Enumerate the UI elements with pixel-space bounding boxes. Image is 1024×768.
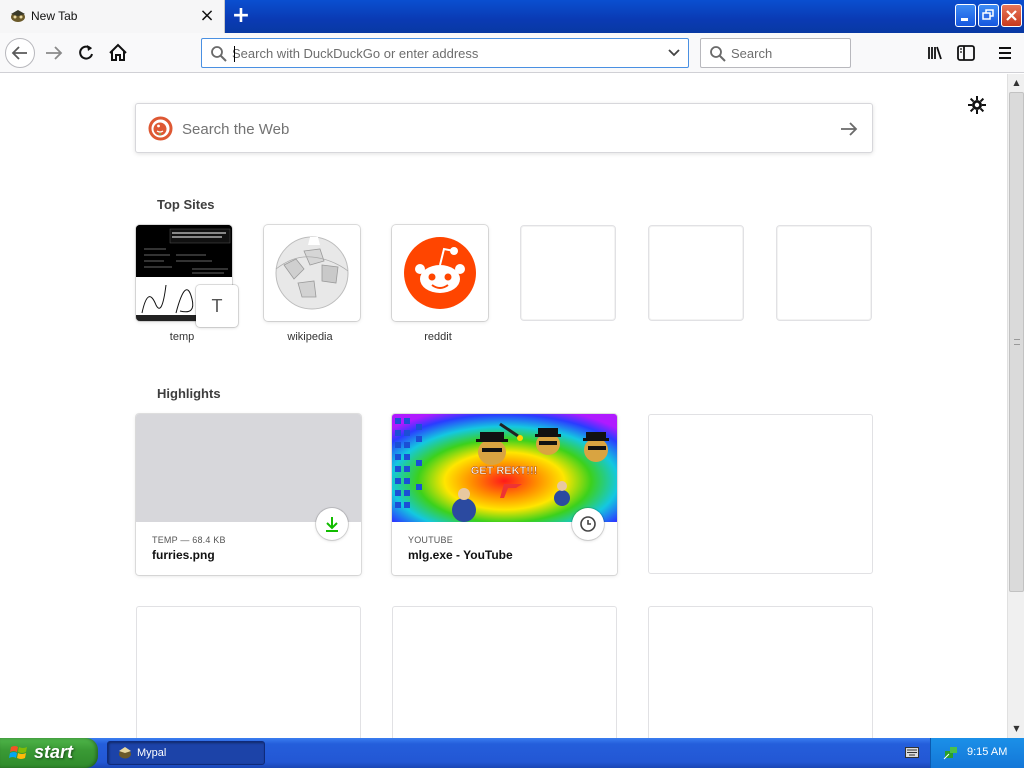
card-meta: TEMP — 68.4 KB — [152, 535, 226, 545]
taskbar-app-mypal[interactable]: Mypal — [107, 741, 265, 765]
grip-icon — [1014, 339, 1020, 345]
top-site-tile-reddit[interactable] — [392, 225, 488, 321]
card-thumbnail: GET REKT!!! — [392, 414, 617, 522]
web-search-box[interactable] — [135, 103, 873, 153]
search-icon — [211, 46, 227, 62]
mlg-video-thumbnail: GET REKT!!! — [392, 414, 617, 522]
title-bar: New Tab × + — [0, 0, 1024, 33]
download-icon — [326, 517, 338, 532]
clock-icon — [580, 516, 596, 532]
highlight-card-empty — [136, 606, 361, 746]
top-sites-heading: Top Sites — [157, 197, 215, 212]
forward-arrow-icon — [46, 46, 63, 60]
search-icon — [710, 46, 726, 62]
top-site-label-wikipedia[interactable]: wikipedia — [262, 331, 358, 343]
search-input[interactable] — [731, 43, 841, 63]
temp-letter-badge: T — [196, 285, 238, 327]
home-button[interactable] — [104, 39, 132, 67]
browser-window: New Tab × + Search with DuckDuckGo or en… — [0, 0, 1024, 746]
highlight-card-empty — [648, 606, 873, 746]
highlight-card-empty — [392, 606, 617, 746]
arrow-right-icon[interactable] — [838, 119, 860, 139]
sidebar-icon — [957, 45, 975, 61]
new-tab-button[interactable]: + — [230, 5, 252, 27]
restore-button[interactable] — [978, 4, 999, 27]
vertical-scrollbar[interactable]: ▲ ▼ — [1007, 74, 1024, 738]
card-meta: YOUTUBE — [408, 535, 453, 545]
mypal-favicon-icon — [119, 747, 131, 759]
card-title: furries.png — [152, 548, 215, 562]
reload-button[interactable] — [72, 39, 100, 67]
duckduckgo-logo-icon — [148, 116, 173, 141]
reddit-logo-icon — [404, 237, 476, 309]
top-site-label-reddit[interactable]: reddit — [390, 331, 486, 343]
back-button[interactable] — [5, 38, 35, 68]
minimize-icon — [961, 18, 968, 21]
top-site-tile-empty[interactable] — [648, 225, 744, 321]
library-button[interactable] — [922, 39, 950, 67]
menu-button[interactable] — [991, 39, 1019, 67]
forward-button[interactable] — [40, 39, 68, 67]
url-input[interactable] — [232, 43, 652, 63]
thumb-caption: GET REKT!!! — [471, 465, 538, 477]
tab-close-icon[interactable]: × — [199, 6, 215, 26]
network-icon[interactable] — [943, 745, 959, 761]
keyboard-icon[interactable] — [905, 747, 919, 758]
gear-icon[interactable] — [967, 95, 987, 115]
start-label: start — [34, 742, 74, 762]
hamburger-menu-icon — [999, 47, 1011, 59]
scroll-up-arrow-icon[interactable]: ▲ — [1009, 75, 1024, 90]
search-bar[interactable] — [700, 38, 851, 68]
close-window-button[interactable] — [1001, 4, 1022, 27]
chevron-down-icon[interactable] — [666, 45, 682, 61]
top-site-tile-empty[interactable] — [776, 225, 872, 321]
highlight-card-mlg[interactable]: GET REKT!!! YOUTUBE mlg.exe - YouTube — [392, 414, 617, 575]
highlight-card-furries[interactable]: TEMP — 68.4 KB furries.png — [136, 414, 361, 575]
sidebar-button[interactable] — [952, 39, 980, 67]
clock: 9:15 AM — [967, 746, 1008, 758]
top-site-label-temp[interactable]: temp — [134, 331, 230, 343]
scroll-thumb[interactable] — [1009, 92, 1024, 592]
mypal-favicon-icon — [11, 10, 25, 22]
top-site-tile-wikipedia[interactable] — [264, 225, 360, 321]
minimize-button[interactable] — [955, 4, 976, 27]
history-badge — [572, 508, 604, 540]
card-thumbnail — [136, 414, 361, 522]
wikipedia-logo-icon — [275, 236, 349, 310]
close-icon — [1006, 10, 1017, 21]
top-site-tile-empty[interactable] — [520, 225, 616, 321]
web-search-input[interactable] — [182, 117, 822, 141]
taskbar-app-label: Mypal — [137, 747, 167, 759]
restore-icon — [982, 9, 994, 20]
back-arrow-icon — [11, 46, 27, 60]
highlights-heading: Highlights — [157, 386, 221, 401]
url-bar[interactable] — [201, 38, 689, 68]
library-icon — [928, 46, 942, 60]
windows-logo-icon — [9, 746, 27, 759]
text-caret — [234, 46, 235, 62]
tab-new-tab[interactable]: New Tab × — [0, 0, 225, 33]
taskbar: start Mypal 9:15 AM — [0, 738, 1024, 768]
download-badge — [316, 508, 348, 540]
highlight-card-empty — [648, 414, 873, 574]
reload-icon — [79, 45, 93, 60]
nav-bar — [0, 33, 1024, 73]
card-title: mlg.exe - YouTube — [408, 548, 513, 562]
scroll-down-arrow-icon[interactable]: ▼ — [1009, 721, 1024, 736]
start-button[interactable]: start — [0, 738, 98, 768]
home-icon — [109, 43, 127, 61]
tab-title: New Tab — [31, 9, 78, 23]
